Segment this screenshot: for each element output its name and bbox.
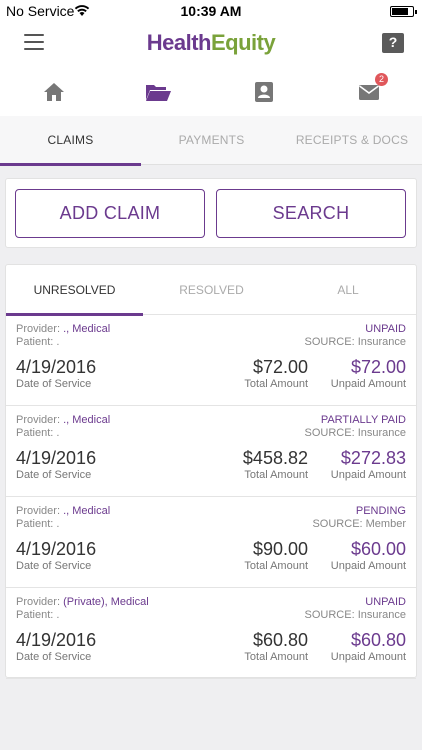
healthequity-logo: HealthEquity	[0, 30, 422, 56]
provider-label: Provider:	[16, 505, 61, 517]
service-date: 4/19/2016	[16, 630, 97, 650]
help-chat-icon[interactable]: ?	[382, 33, 404, 53]
provider-label: Provider:	[16, 323, 61, 335]
service-date: 4/19/2016	[16, 539, 97, 559]
unpaid-amount-label: Unpaid Amount	[330, 560, 406, 572]
claim-status: UNPAID	[365, 596, 406, 608]
patient-line: Patient: .	[16, 336, 59, 348]
claim-source: SOURCE: Insurance	[304, 336, 406, 348]
logo-equity: Equity	[211, 30, 276, 55]
patient-line: Patient: .	[16, 427, 59, 439]
search-button[interactable]: SEARCH	[216, 189, 406, 238]
provider-value: (Private), Medical	[63, 596, 149, 608]
provider-value: ., Medical	[63, 323, 111, 335]
unpaid-amount: $72.00	[350, 357, 406, 377]
patient-label: Patient:	[16, 336, 54, 348]
claims-list-card: UNRESOLVED RESOLVED ALL Provider: ., Med…	[5, 264, 417, 679]
home-icon[interactable]	[42, 80, 66, 104]
subtab-unresolved[interactable]: UNRESOLVED	[6, 265, 143, 316]
patient-label: Patient:	[16, 609, 54, 621]
tab-receipts-docs[interactable]: RECEIPTS & DOCS	[282, 116, 422, 165]
patient-line: Patient: .	[16, 518, 59, 530]
add-claim-button[interactable]: ADD CLAIM	[15, 189, 205, 238]
service-date-label: Date of Service	[16, 378, 92, 390]
total-amount: $90.00	[252, 539, 308, 559]
battery-icon	[390, 6, 417, 17]
app-header: HealthEquity ?	[0, 22, 422, 66]
tab-claims[interactable]: CLAIMS	[0, 116, 141, 166]
provider-line: Provider: ., Medical	[16, 505, 110, 517]
unpaid-amount-label: Unpaid Amount	[330, 651, 406, 663]
unpaid-amount: $60.00	[350, 539, 406, 559]
service-date: 4/19/2016	[16, 357, 97, 377]
folder-icon[interactable]	[144, 80, 172, 104]
unpaid-amount-label: Unpaid Amount	[330, 469, 406, 481]
patient-value: .	[56, 518, 60, 530]
unpaid-amount-label: Unpaid Amount	[330, 378, 406, 390]
claim-actions: ADD CLAIM SEARCH	[5, 178, 417, 248]
service-date-label: Date of Service	[16, 560, 92, 572]
claim-row[interactable]: Provider: ., Medical Patient: . PENDING …	[6, 497, 416, 588]
provider-value: ., Medical	[63, 414, 111, 426]
messages-button[interactable]: 2	[357, 73, 388, 104]
provider-label: Provider:	[16, 596, 61, 608]
total-amount: $458.82	[242, 448, 308, 468]
primary-nav: 2	[0, 66, 422, 116]
service-date-label: Date of Service	[16, 651, 92, 663]
provider-label: Provider:	[16, 414, 61, 426]
patient-value: .	[56, 609, 60, 621]
mail-badge: 2	[375, 73, 388, 86]
claim-status: PENDING	[355, 505, 406, 517]
claim-source: SOURCE: Insurance	[304, 609, 406, 621]
status-bar: No Service 10:39 AM	[0, 0, 422, 22]
claim-row[interactable]: Provider: ., Medical Patient: . UNPAID S…	[6, 315, 416, 406]
claim-row[interactable]: Provider: ., Medical Patient: . PARTIALL…	[6, 406, 416, 497]
provider-line: Provider: (Private), Medical	[16, 596, 149, 608]
service-date: 4/19/2016	[16, 448, 97, 468]
total-amount-label: Total Amount	[244, 651, 308, 663]
claim-status: PARTIALLY PAID	[320, 414, 406, 426]
claim-source: SOURCE: Insurance	[304, 427, 406, 439]
total-amount-label: Total Amount	[244, 560, 308, 572]
patient-value: .	[56, 427, 60, 439]
subtab-resolved[interactable]: RESOLVED	[143, 265, 280, 315]
claim-source: SOURCE: Member	[312, 518, 406, 530]
patient-label: Patient:	[16, 518, 54, 530]
logo-health: Health	[146, 30, 212, 55]
total-amount-label: Total Amount	[244, 469, 308, 481]
provider-line: Provider: ., Medical	[16, 323, 110, 335]
claim-filter-tabs: UNRESOLVED RESOLVED ALL	[6, 265, 416, 316]
contact-card-icon[interactable]	[252, 80, 276, 104]
subtab-all[interactable]: ALL	[280, 265, 416, 315]
tab-payments[interactable]: PAYMENTS	[141, 116, 282, 165]
main-tabs: CLAIMS PAYMENTS RECEIPTS & DOCS	[0, 116, 422, 166]
unpaid-amount: $272.83	[340, 448, 406, 468]
patient-value: .	[56, 336, 60, 348]
clock: 10:39 AM	[180, 3, 242, 19]
patient-label: Patient:	[16, 427, 54, 439]
total-amount: $72.00	[252, 357, 308, 377]
unpaid-amount: $60.80	[350, 630, 406, 650]
total-amount: $60.80	[252, 630, 308, 650]
provider-value: ., Medical	[63, 505, 111, 517]
patient-line: Patient: .	[16, 609, 59, 621]
claim-status: UNPAID	[365, 323, 406, 335]
claim-row[interactable]: Provider: (Private), Medical Patient: . …	[6, 588, 416, 679]
total-amount-label: Total Amount	[244, 378, 308, 390]
provider-line: Provider: ., Medical	[16, 414, 110, 426]
service-date-label: Date of Service	[16, 469, 92, 481]
